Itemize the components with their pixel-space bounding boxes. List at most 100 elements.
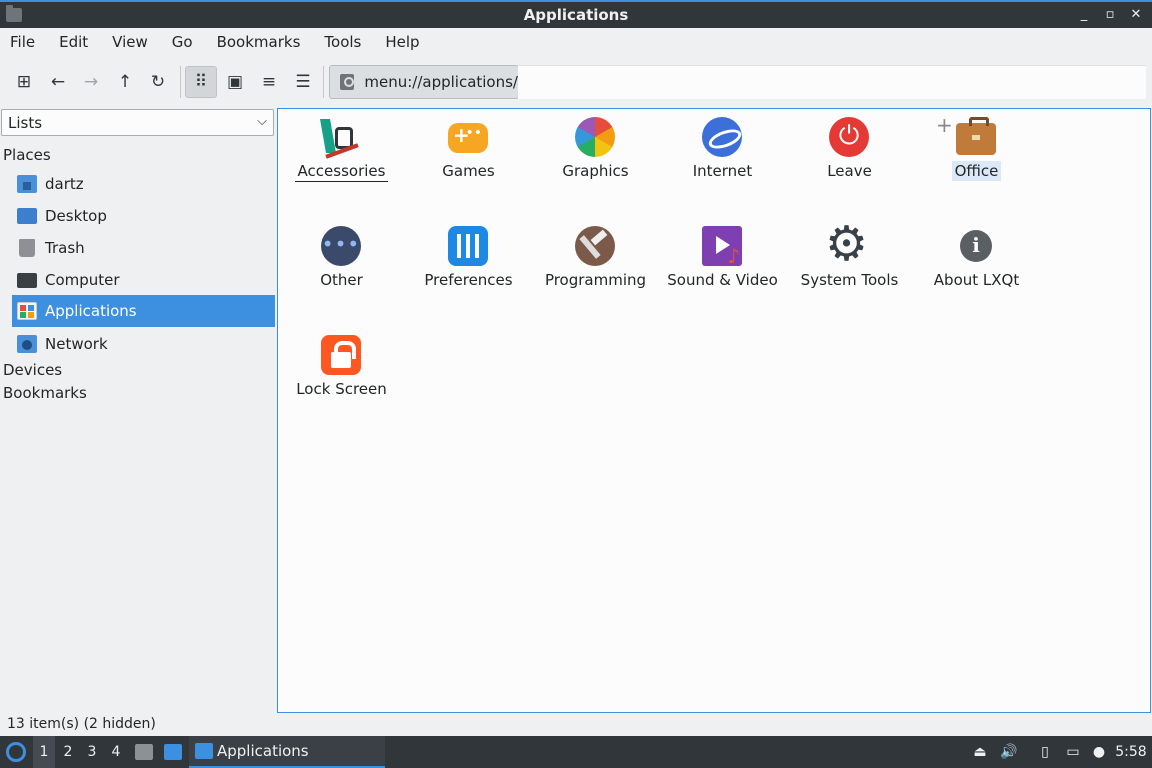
desktop-4-button[interactable]: 4 (105, 736, 127, 768)
trash-icon (19, 239, 35, 257)
file-manager-launcher[interactable] (133, 736, 155, 768)
app-folder-preferences[interactable]: Preferences (405, 218, 532, 318)
item-label: About LXQt (933, 271, 1020, 289)
internet-icon (702, 117, 742, 157)
app-folder-programming[interactable]: Programming (532, 218, 659, 318)
app-lock-screen[interactable]: Lock Screen (278, 327, 405, 427)
app-folder-office[interactable]: Office (913, 109, 1040, 209)
icon-view-button[interactable]: ⠿ (185, 66, 217, 98)
app-folder-graphics[interactable]: Graphics (532, 109, 659, 209)
status-text: 13 item(s) (2 hidden) (7, 716, 156, 732)
item-label: Internet (692, 162, 753, 180)
toolbar: ⊞ ← → ↑ ↻ ⠿ ▣ ≡ ☰ menu://applications/ (0, 60, 1152, 104)
file-manager-icon (135, 744, 153, 760)
new-tab-icon[interactable]: ⊞ (8, 66, 40, 98)
file-view[interactable]: Accessories Games Graphics Internet Leav… (277, 108, 1151, 713)
briefcase-icon (956, 117, 996, 155)
item-label: System Tools (800, 271, 899, 289)
sidebar-mode-value: Lists (8, 113, 43, 132)
window-title: Applications (523, 6, 629, 24)
desktop-icon (17, 208, 37, 224)
taskbar: 1 2 3 4 Applications ⏏ 🔊 ▯ ▭ ● 5:58 (0, 736, 1152, 768)
other-icon (321, 226, 361, 266)
network-tray-icon[interactable]: ▭ (1061, 736, 1085, 768)
menu-tools[interactable]: Tools (324, 33, 373, 51)
app-folder-other[interactable]: Other (278, 218, 405, 318)
app-folder-sound-video[interactable]: Sound & Video (659, 218, 786, 318)
graphics-icon (575, 117, 615, 157)
item-label: Graphics (562, 162, 629, 180)
title-bar: Applications _ ▫ ✕ (0, 0, 1152, 28)
path-bar-empty[interactable] (518, 65, 1146, 99)
preferences-icon (448, 226, 488, 266)
accessories-icon (320, 117, 361, 159)
computer-icon (17, 272, 37, 288)
up-arrow-icon[interactable]: ↑ (109, 66, 141, 98)
sidebar-item-label: dartz (45, 175, 84, 193)
sidebar-item-computer[interactable]: Computer (12, 264, 275, 296)
sound-video-icon (702, 226, 742, 268)
menu-edit[interactable]: Edit (59, 33, 100, 51)
show-desktop-button[interactable] (162, 736, 184, 768)
menu-file[interactable]: File (10, 33, 47, 51)
app-folder-accessories[interactable]: Accessories (278, 109, 405, 209)
item-label: Sound & Video (667, 271, 778, 289)
sidebar-item-desktop[interactable]: Desktop (12, 200, 275, 232)
menu-go[interactable]: Go (172, 33, 205, 51)
lxqt-menu-button[interactable] (4, 736, 28, 768)
menu-view[interactable]: View (112, 33, 160, 51)
task-applications[interactable]: Applications (189, 736, 385, 768)
sidebar-item-dartz[interactable]: dartz (12, 168, 275, 200)
thumbnail-view-button[interactable]: ▣ (219, 66, 251, 98)
home-folder-icon (17, 175, 37, 193)
desktop-2-button[interactable]: 2 (57, 736, 79, 768)
sidebar-item-label: Trash (45, 239, 85, 257)
clipboard-icon[interactable]: ▯ (1033, 736, 1057, 768)
item-label: Leave (827, 162, 872, 180)
lxqt-logo-icon (6, 742, 26, 762)
lock-icon (321, 335, 361, 375)
sidebar-item-trash[interactable]: Trash (12, 232, 275, 264)
reload-icon[interactable]: ↻ (142, 66, 174, 98)
app-folder-games[interactable]: Games (405, 109, 532, 209)
item-label: Games (442, 162, 495, 180)
menu-help[interactable]: Help (385, 33, 431, 51)
app-folder-leave[interactable]: Leave (786, 109, 913, 209)
notification-icon[interactable]: ● (1087, 736, 1111, 768)
app-folder-internet[interactable]: Internet (659, 109, 786, 209)
item-label: Accessories (294, 161, 389, 182)
sidebar-mode-select[interactable]: Lists ⌵ (1, 109, 274, 136)
applications-icon (17, 302, 37, 320)
item-label: Programming (544, 271, 647, 289)
close-button[interactable]: ✕ (1128, 6, 1144, 24)
menu-bookmarks[interactable]: Bookmarks (217, 33, 313, 51)
devices-heading[interactable]: Devices (3, 361, 62, 379)
eject-icon[interactable]: ⏏ (968, 736, 992, 768)
gear-icon (825, 216, 869, 272)
sidebar-item-label: Applications (45, 302, 137, 320)
volume-icon[interactable]: 🔊 (997, 736, 1021, 768)
desktop-1-button[interactable]: 1 (33, 736, 55, 768)
detailed-list-view-button[interactable]: ☰ (287, 66, 319, 98)
sidebar-item-network[interactable]: Network (12, 328, 275, 360)
app-folder-system-tools[interactable]: System Tools (786, 216, 913, 318)
app-about-lxqt[interactable]: About LXQt (913, 218, 1040, 318)
plus-cursor-icon: + (936, 113, 953, 137)
minimize-button[interactable]: _ (1076, 6, 1092, 24)
show-desktop-icon (164, 744, 182, 760)
menu-bar: File Edit View Go Bookmarks Tools Help (0, 28, 1152, 56)
folder-icon (195, 743, 213, 759)
forward-arrow-icon[interactable]: → (75, 66, 107, 98)
path-button[interactable]: menu://applications/ (329, 65, 519, 99)
games-icon (448, 123, 488, 153)
item-label: Preferences (424, 271, 513, 289)
search-icon (340, 74, 355, 90)
clock[interactable]: 5:58 (1112, 736, 1150, 768)
places-heading[interactable]: Places (3, 146, 51, 164)
maximize-button[interactable]: ▫ (1102, 6, 1118, 24)
bookmarks-heading[interactable]: Bookmarks (3, 384, 87, 402)
back-arrow-icon[interactable]: ← (42, 66, 74, 98)
sidebar-item-applications[interactable]: Applications (12, 295, 275, 327)
desktop-3-button[interactable]: 3 (81, 736, 103, 768)
compact-view-button[interactable]: ≡ (253, 66, 285, 98)
